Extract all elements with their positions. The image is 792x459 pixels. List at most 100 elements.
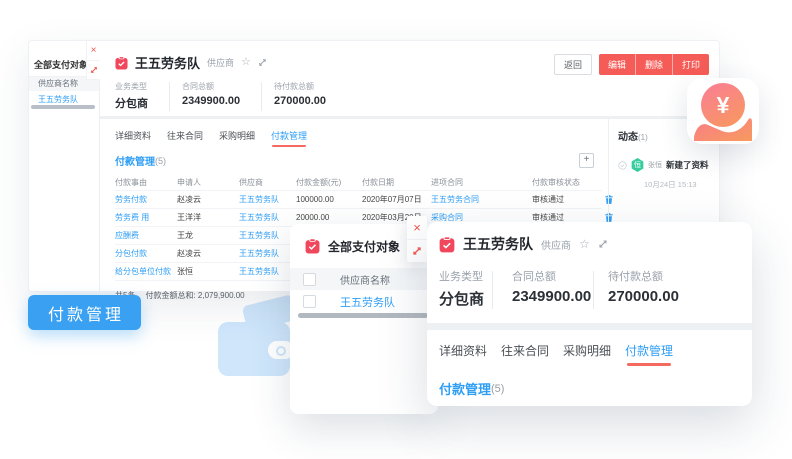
tab-details[interactable]: 详细资料 bbox=[115, 129, 151, 148]
supplier-link[interactable]: 王五劳务队 bbox=[239, 248, 296, 259]
tab-payment-management[interactable]: 付款管理 bbox=[271, 129, 307, 148]
select-all-checkbox[interactable] bbox=[303, 273, 316, 286]
col-header: 付款审核状态 bbox=[532, 177, 593, 188]
sum-value: 2,079,900.00 bbox=[198, 291, 245, 300]
close-icon[interactable]: × bbox=[407, 216, 427, 240]
supplier-name-column-header: 供应商名称 bbox=[340, 272, 390, 287]
record-title: 王五劳务队 bbox=[135, 53, 200, 72]
yen-coin-icon: ¥ bbox=[701, 83, 745, 127]
sum-label: 付款金额总和: bbox=[145, 291, 195, 300]
popup-list-row[interactable]: 王五劳务队 bbox=[290, 290, 438, 313]
wallet-clasp-dot bbox=[276, 346, 286, 356]
back-button[interactable]: 返回 bbox=[554, 54, 592, 75]
record-tabs: 详细资料 往来合同 采购明细 付款管理 bbox=[100, 119, 608, 148]
activity-time: 10月24日 15:13 bbox=[644, 179, 719, 190]
tab-details[interactable]: 详细资料 bbox=[439, 342, 487, 367]
row-checkbox[interactable] bbox=[303, 295, 316, 308]
col-header: 进项合同 bbox=[431, 177, 532, 188]
action-button-group: 编辑 删除 打印 bbox=[599, 54, 709, 75]
col-header: 付款事由 bbox=[115, 177, 177, 188]
divider bbox=[261, 82, 262, 111]
activity-item[interactable]: 恒 张恒 新建了资料 bbox=[618, 158, 719, 172]
record-tabs: 详细资料 往来合同 采购明细 付款管理 bbox=[427, 330, 752, 367]
record-subtitle: 供应商 bbox=[541, 237, 571, 252]
stat-contract-total: 合同总额 2349900.00 bbox=[512, 268, 593, 309]
stat-pending-total: 待付款总额 270000.00 bbox=[608, 268, 679, 309]
expand-icon[interactable] bbox=[90, 61, 98, 79]
divider bbox=[492, 271, 493, 309]
record-stats: 业务类型 分包商 合同总额 2349900.00 待付款总额 270000.00 bbox=[427, 254, 752, 309]
payment-reason-link[interactable]: 劳务费 用 bbox=[115, 212, 177, 223]
star-icon[interactable]: ☆ bbox=[579, 238, 590, 250]
activity-action: 新建了资料 bbox=[666, 159, 709, 171]
payment-reason-link[interactable]: 给分包单位付款 bbox=[115, 266, 177, 277]
popup-list-title: 全部支付对象 bbox=[328, 238, 400, 255]
stat-value: 270000.00 bbox=[274, 95, 326, 107]
section-title: 付款管理 bbox=[439, 379, 491, 398]
table-header-row: 付款事由 申请人 供应商 付款金额(元) 付款日期 进项合同 付款审核状态 bbox=[115, 174, 602, 191]
popup-detail-card: 王五劳务队 供应商 ☆ 业务类型 分包商 合同总额 2349900.00 待付款… bbox=[427, 222, 752, 406]
feature-badge: 付款管理 bbox=[28, 295, 141, 330]
tab-payment-management[interactable]: 付款管理 bbox=[625, 342, 673, 367]
page: 全部支付对象 供应商名称 王五劳务队 × 王五劳务队 供应商 ☆ bbox=[0, 0, 792, 459]
popup-window-controls: × bbox=[407, 216, 427, 262]
check-circle-icon bbox=[618, 161, 627, 170]
delete-button[interactable]: 删除 bbox=[635, 54, 672, 75]
col-header: 付款日期 bbox=[362, 177, 431, 188]
record-icon bbox=[305, 238, 320, 254]
popup-column-header-row: 供应商名称 bbox=[290, 268, 438, 290]
tab-contracts[interactable]: 往来合同 bbox=[501, 342, 549, 367]
stat-label: 待付款总额 bbox=[274, 81, 326, 92]
supplier-link[interactable]: 王五劳务队 bbox=[239, 230, 296, 241]
contract-link[interactable]: 王五劳务合同 bbox=[431, 194, 532, 205]
col-header: 供应商 bbox=[239, 177, 296, 188]
payees-panel-title: 全部支付对象 bbox=[34, 58, 88, 71]
print-button[interactable]: 打印 bbox=[672, 54, 709, 75]
stat-business-type: 业务类型 分包商 bbox=[439, 268, 492, 309]
supplier-link[interactable]: 王五劳务队 bbox=[340, 294, 395, 310]
section-count: (5) bbox=[155, 156, 166, 166]
expand-icon[interactable] bbox=[412, 240, 422, 262]
divider bbox=[593, 271, 594, 309]
horizontal-scrollbar[interactable] bbox=[298, 313, 428, 318]
fullscreen-icon[interactable] bbox=[598, 239, 608, 249]
record-title: 王五劳务队 bbox=[463, 234, 533, 254]
edit-button[interactable]: 编辑 bbox=[599, 54, 635, 75]
activity-count: (1) bbox=[638, 133, 648, 142]
col-header: 申请人 bbox=[177, 177, 239, 188]
stat-value: 分包商 bbox=[115, 95, 157, 111]
supplier-link[interactable]: 王五劳务队 bbox=[239, 266, 296, 277]
payment-reason-link[interactable]: 分包付款 bbox=[115, 248, 177, 259]
section-count: (5) bbox=[491, 383, 504, 395]
section-title: 付款管理 bbox=[115, 153, 155, 168]
table-row[interactable]: 劳务付款 赵凌云 王五劳务队 100000.00 2020年07月07日 王五劳… bbox=[115, 191, 602, 209]
record-header: 王五劳务队 供应商 ☆ 返回 编辑 删除 打印 业务类型 分 bbox=[100, 41, 719, 116]
supplier-link[interactable]: 王五劳务队 bbox=[239, 194, 296, 205]
tab-contracts[interactable]: 往来合同 bbox=[167, 129, 203, 148]
stat-value: 2349900.00 bbox=[182, 95, 249, 107]
tab-purchase-detail[interactable]: 采购明细 bbox=[563, 342, 611, 367]
stat-label: 合同总额 bbox=[182, 81, 249, 92]
stat-contract-total: 合同总额 2349900.00 bbox=[182, 81, 249, 111]
tab-purchase-detail[interactable]: 采购明细 bbox=[219, 129, 255, 148]
col-header: 付款金额(元) bbox=[296, 177, 362, 188]
fullscreen-icon[interactable] bbox=[258, 58, 267, 67]
star-icon[interactable]: ☆ bbox=[241, 57, 251, 68]
panel-window-controls: × bbox=[86, 41, 100, 80]
supplier-link[interactable]: 王五劳务队 bbox=[239, 212, 296, 223]
activity-title: 动态 bbox=[618, 132, 638, 143]
record-subtitle: 供应商 bbox=[207, 56, 234, 69]
activity-user: 张恒 bbox=[648, 160, 662, 170]
horizontal-scrollbar[interactable] bbox=[31, 105, 95, 109]
stat-pending-total: 待付款总额 270000.00 bbox=[274, 81, 326, 111]
add-payment-button[interactable]: + bbox=[579, 153, 594, 168]
stat-label: 业务类型 bbox=[115, 81, 157, 92]
stat-business-type: 业务类型 分包商 bbox=[115, 81, 157, 111]
payment-reason-link[interactable]: 应酬费 bbox=[115, 230, 177, 241]
section-divider bbox=[427, 323, 752, 330]
divider bbox=[169, 82, 170, 111]
record-stats: 业务类型 分包商 合同总额 2349900.00 待付款总额 270000.00 bbox=[100, 72, 719, 111]
avatar: 恒 bbox=[631, 158, 644, 172]
payment-reason-link[interactable]: 劳务付款 bbox=[115, 194, 177, 205]
close-icon[interactable]: × bbox=[87, 41, 100, 61]
